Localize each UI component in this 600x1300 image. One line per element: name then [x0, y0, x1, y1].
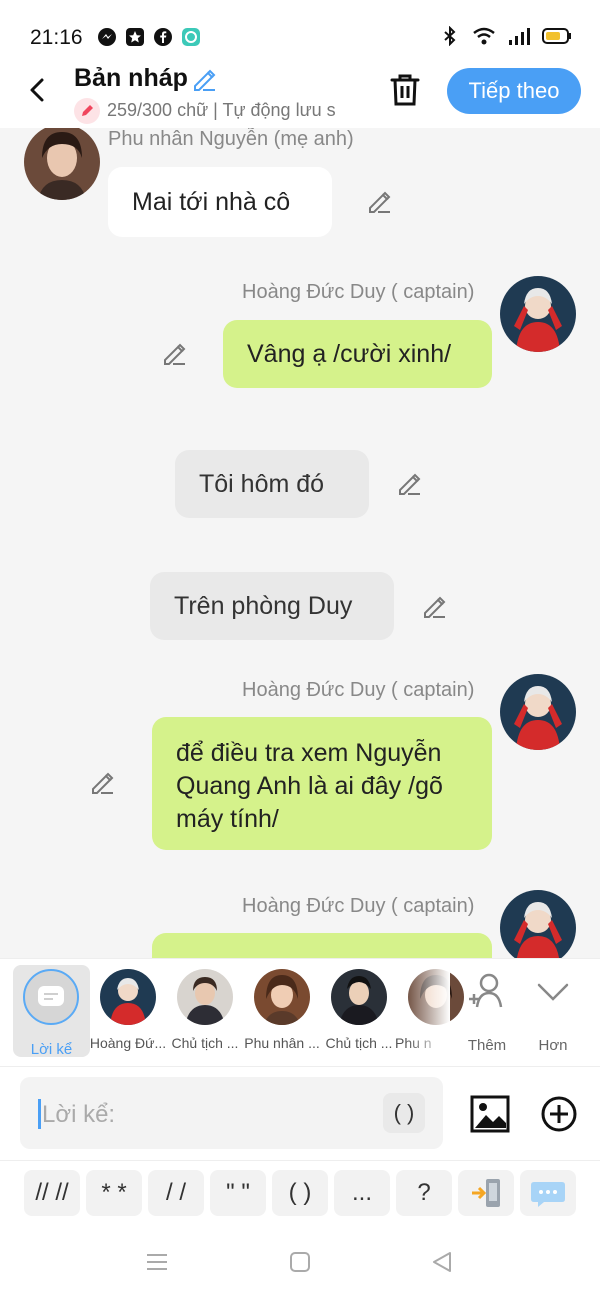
- insert-parentheses-button[interactable]: ( ): [383, 1093, 425, 1133]
- input-placeholder: Lời kể:: [42, 1101, 116, 1128]
- quick-key-ellipsis[interactable]: ...: [334, 1170, 390, 1216]
- avatar-hoang-duc-duy[interactable]: [500, 276, 576, 352]
- composer: Lời kể: ( ): [0, 1066, 600, 1160]
- quick-key-question[interactable]: ?: [396, 1170, 452, 1216]
- message-bubble[interactable]: Mai tới nhà cô: [108, 167, 332, 237]
- bluetooth-icon: [444, 26, 456, 46]
- messenger-icon: [98, 28, 116, 46]
- character-name: Chủ tịch ...: [325, 1035, 393, 1051]
- quick-key-slashes[interactable]: / /: [148, 1170, 204, 1216]
- sender-name: Hoàng Đức Duy ( captain): [242, 679, 475, 701]
- edit-message-icon[interactable]: [422, 594, 448, 620]
- text-caret: [38, 1099, 41, 1129]
- word-count-autosave: 259/300 chữ | Tự động lưu s: [107, 100, 336, 120]
- edit-message-icon[interactable]: [397, 471, 423, 497]
- facebook-icon: [154, 28, 172, 46]
- pencil-badge-icon: [74, 98, 100, 124]
- narration-selector[interactable]: Lời kể: [13, 965, 90, 1058]
- more-button[interactable]: Hơn: [523, 969, 583, 1059]
- signal-icon: [509, 28, 530, 45]
- narration-bubble[interactable]: Trên phòng Duy: [150, 572, 394, 640]
- quick-key-asterisks[interactable]: * *: [86, 1170, 142, 1216]
- back-triangle-icon[interactable]: [430, 1250, 454, 1274]
- narration-bubble[interactable]: Tôi hôm đó: [175, 450, 369, 518]
- wifi-icon: [473, 27, 495, 45]
- character-avatar-hoang-duc-duy[interactable]: [100, 969, 156, 1025]
- edit-message-icon[interactable]: [90, 770, 116, 796]
- quick-key-parentheses[interactable]: ( ): [272, 1170, 328, 1216]
- system-nav-bar: [0, 1224, 600, 1300]
- phone-arrow-icon[interactable]: [458, 1170, 514, 1216]
- narration-avatar: [23, 969, 79, 1025]
- sender-name: Hoàng Đức Duy ( captain): [242, 895, 475, 917]
- speech-bubble-icon[interactable]: [520, 1170, 576, 1216]
- chat-area[interactable]: Phu nhân Nguyễn (mẹ anh) Mai tới nhà cô …: [0, 128, 600, 958]
- status-bar: 21:16: [0, 0, 600, 60]
- narration-input[interactable]: Lời kể: ( ): [20, 1077, 443, 1149]
- top-app-bar: Bản nháp 259/300 chữ | Tự động lưu s Tiế…: [0, 60, 600, 128]
- character-name: Chủ tịch ...: [171, 1035, 239, 1051]
- avatar-hoang-duc-duy[interactable]: [500, 890, 576, 958]
- quick-key-double-slash[interactable]: // //: [24, 1170, 80, 1216]
- battery-icon: [542, 28, 571, 44]
- quick-insert-bar: // // * * / / " " ( ) ... ?: [0, 1160, 600, 1224]
- character-selector: Lời kể Hoàng Đứ... Chủ tịch ... Phu nhân…: [0, 958, 600, 1066]
- trash-icon[interactable]: [388, 72, 422, 108]
- add-plus-icon[interactable]: [540, 1095, 578, 1133]
- message-bubble[interactable]: Vâng ạ /cười xinh/: [223, 320, 492, 388]
- message-bubble[interactable]: [152, 933, 492, 958]
- image-icon[interactable]: [470, 1095, 510, 1133]
- message-bubble[interactable]: để điều tra xem Nguyễn Quang Anh là ai đ…: [152, 717, 492, 850]
- scroll-fade: [405, 959, 450, 1059]
- notification-icons: [97, 27, 201, 47]
- add-person-icon: [469, 973, 503, 1008]
- back-arrow-icon[interactable]: [24, 74, 52, 106]
- character-name: Phu nhân ...: [244, 1035, 320, 1051]
- home-icon[interactable]: [288, 1250, 312, 1274]
- chat-app-icon: [182, 28, 200, 46]
- system-icons: [440, 26, 572, 46]
- add-character-label: Thêm: [467, 1037, 507, 1054]
- more-label: Hơn: [538, 1037, 568, 1054]
- character-avatar-chu-tich-2[interactable]: [331, 969, 387, 1025]
- narration-label: Lời kể: [30, 1041, 73, 1058]
- chevron-down-icon: [537, 983, 569, 1001]
- menu-icon[interactable]: [145, 1250, 169, 1274]
- sender-name: Phu nhân Nguyễn (mẹ anh): [108, 128, 354, 150]
- edit-message-icon[interactable]: [367, 189, 393, 215]
- add-character-button[interactable]: Thêm: [457, 969, 517, 1059]
- status-time: 21:16: [30, 26, 83, 49]
- avatar-phu-nhan-nguyen[interactable]: [24, 128, 100, 200]
- edit-title-icon[interactable]: [191, 66, 217, 92]
- quick-key-quotes[interactable]: " ": [210, 1170, 266, 1216]
- next-button[interactable]: Tiếp theo: [447, 68, 581, 114]
- page-title[interactable]: Bản nháp: [74, 64, 188, 93]
- edit-message-icon[interactable]: [162, 341, 188, 367]
- star-app-icon: [126, 28, 144, 46]
- character-name: Hoàng Đứ...: [89, 1035, 167, 1051]
- avatar-hoang-duc-duy[interactable]: [500, 674, 576, 750]
- sender-name: Hoàng Đức Duy ( captain): [242, 281, 475, 303]
- character-avatar-chu-tich-1[interactable]: [177, 969, 233, 1025]
- character-avatar-phu-nhan[interactable]: [254, 969, 310, 1025]
